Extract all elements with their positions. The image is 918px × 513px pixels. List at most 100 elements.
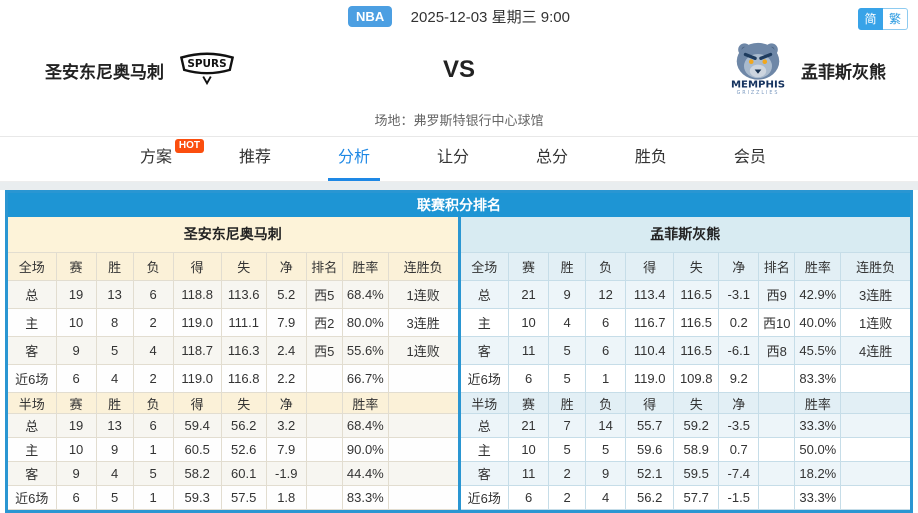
cell-points-against: 52.6 [220, 437, 267, 462]
cell-diff: 0.7 [718, 437, 760, 462]
cell-rank [758, 413, 796, 438]
column-header: 全场 [8, 252, 57, 281]
cell-points-against: 113.6 [220, 280, 267, 309]
cell-points-against: 60.1 [220, 461, 267, 486]
cell-diff: -6.1 [718, 336, 760, 365]
cell-rank [758, 461, 796, 486]
column-header: 失 [673, 392, 720, 414]
tab-label: 让分 [436, 149, 469, 166]
column-header: 胜率 [341, 392, 389, 414]
cell-points-for: 56.2 [625, 485, 675, 510]
teams-row: 圣安东尼奥马刺 SPURS VS MEMPHIS GRIZZLIES 孟菲斯灰熊 [0, 36, 918, 104]
match-header: 圣安东尼奥马刺 SPURS VS MEMPHIS GRIZZLIES 孟菲斯灰熊… [0, 36, 918, 137]
cell-played: 21 [508, 413, 550, 438]
standings-tables: 全场赛胜负得失净排名 胜率 连胜负总 19 13 6 118.8 113.6 5.2 西5 68.4… [8, 252, 910, 510]
cell-points-for: 59.3 [172, 485, 222, 510]
cell-win-rate: 68.4% [341, 413, 389, 438]
cell-points-against: 116.5 [673, 308, 720, 337]
cell-rank [305, 461, 343, 486]
table-row: 近6场 6 2 4 56.2 57.7 -1.5 33.3% [460, 485, 910, 510]
cell-win-rate: 55.6% [341, 336, 389, 365]
cell-win-rate: 18.2% [794, 461, 842, 486]
cell-points-for: 110.4 [625, 336, 675, 365]
cell-diff: -3.1 [718, 280, 760, 309]
cell-points-against: 58.9 [673, 437, 720, 462]
column-header: 净 [718, 252, 760, 281]
home-team: 圣安东尼奥马刺 SPURS [0, 49, 360, 92]
tab-winloss[interactable]: 胜负 [625, 137, 677, 181]
cell-win-rate: 44.4% [341, 461, 389, 486]
cell-rank [305, 413, 343, 438]
tab-analysis[interactable]: 分析 [327, 137, 380, 181]
cell-win: 8 [95, 308, 134, 337]
column-header: 得 [172, 252, 222, 281]
row-label: 近6场 [8, 485, 57, 510]
cell-played: 11 [508, 461, 550, 486]
table-header-row: 半场赛胜负得失净 胜率 [8, 392, 458, 414]
league-badge: NBA [348, 6, 393, 27]
standings-home-team-header: 圣安东尼奥马刺 [8, 217, 458, 252]
row-label: 主 [460, 437, 510, 462]
lang-simplified-button[interactable]: 简 [858, 8, 883, 30]
cell-diff: 7.9 [265, 437, 307, 462]
cell-points-for: 118.7 [172, 336, 222, 365]
column-header: 连胜负 [840, 252, 910, 281]
cell-streak: 1连败 [387, 336, 458, 365]
table-row: 总 19 13 6 118.8 113.6 5.2 西5 68.4% 1连败 [8, 280, 458, 309]
cell-points-against: 116.3 [220, 336, 267, 365]
cell-win: 2 [548, 485, 587, 510]
cell-streak [840, 364, 910, 393]
tab-recommend[interactable]: 推荐 [229, 137, 281, 181]
table-header-row: 全场赛胜负得失净排名 胜率 连胜负 [460, 252, 910, 281]
tab-total[interactable]: 总分 [526, 137, 578, 181]
cell-diff: -7.4 [718, 461, 760, 486]
cell-loss: 14 [585, 413, 627, 438]
svg-text:SPURS: SPURS [187, 58, 226, 70]
cell-streak: 3连胜 [840, 280, 910, 309]
cell-diff: 0.2 [718, 308, 760, 337]
cell-win: 9 [548, 280, 587, 309]
cell-streak: 4连胜 [840, 336, 910, 365]
standings-panel: 联赛积分排名 圣安东尼奥马刺 孟菲斯灰熊 全场赛胜负得失净排名 胜率 连胜负总 19 1… [5, 190, 913, 513]
cell-points-against: 56.2 [220, 413, 267, 438]
cell-points-for: 52.1 [625, 461, 675, 486]
cell-rank: 西5 [305, 280, 343, 309]
column-header: 净 [265, 392, 307, 414]
table-row: 近6场 6 5 1 119.0 109.8 9.2 83.3% [460, 364, 910, 393]
column-header: 胜 [548, 252, 587, 281]
hot-badge: HOT [174, 139, 205, 153]
cell-win-rate: 33.3% [794, 485, 842, 510]
cell-points-against: 59.2 [673, 413, 720, 438]
cell-diff: 3.2 [265, 413, 307, 438]
cell-win-rate: 45.5% [794, 336, 842, 365]
cell-streak [387, 437, 458, 462]
cell-rank [758, 437, 796, 462]
cell-points-against: 111.1 [220, 308, 267, 337]
cell-win: 9 [95, 437, 134, 462]
cell-rank: 西5 [305, 336, 343, 365]
cell-played: 10 [55, 308, 97, 337]
cell-streak [387, 364, 458, 393]
cell-win-rate: 90.0% [341, 437, 389, 462]
cell-rank: 西2 [305, 308, 343, 337]
cell-played: 9 [55, 461, 97, 486]
table-row: 主 10 5 5 59.6 58.9 0.7 50.0% [460, 437, 910, 462]
match-datetime: 2025-12-03 星期三 9:00 [410, 9, 570, 26]
cell-points-against: 57.5 [220, 485, 267, 510]
cell-win: 5 [548, 364, 587, 393]
cell-win-rate: 40.0% [794, 308, 842, 337]
lang-traditional-button[interactable]: 繁 [883, 8, 908, 30]
standings-team-row: 圣安东尼奥马刺 孟菲斯灰熊 [8, 217, 910, 252]
cell-win: 13 [95, 413, 134, 438]
table-row: 客 11 2 9 52.1 59.5 -7.4 18.2% [460, 461, 910, 486]
tab-label: 分析 [337, 149, 370, 166]
cell-loss: 9 [585, 461, 627, 486]
venue-label: 场地：弗罗斯特银行中心球馆 [374, 113, 544, 128]
tab-plan[interactable]: 方案 HOT [130, 137, 205, 181]
spurs-logo-icon: SPURS [178, 49, 236, 92]
divider-band [0, 182, 918, 190]
cell-played: 6 [508, 364, 550, 393]
tab-handicap[interactable]: 让分 [427, 137, 479, 181]
cell-diff: 2.2 [265, 364, 307, 393]
tab-member[interactable]: 会员 [724, 137, 776, 181]
